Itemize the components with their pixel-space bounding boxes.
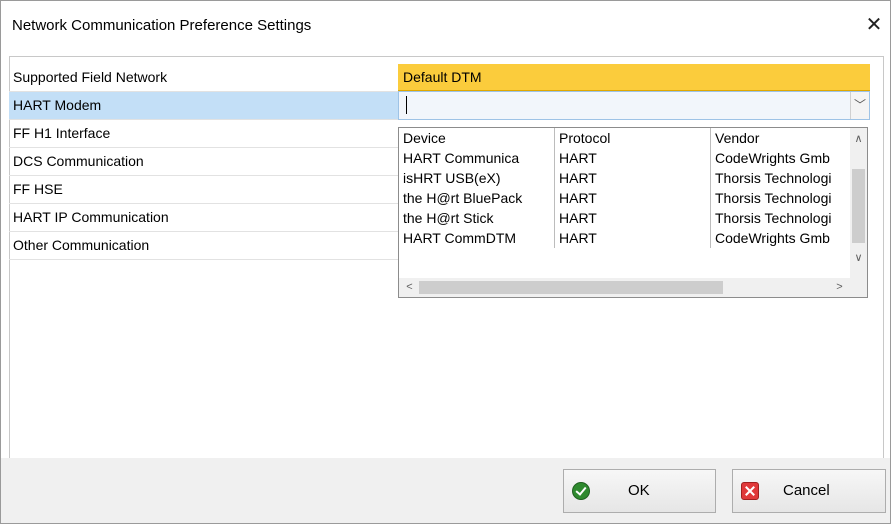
text-caret bbox=[406, 96, 407, 114]
device-cell: the H@rt Stick bbox=[399, 208, 555, 228]
cancel-x-icon bbox=[741, 482, 759, 500]
list-item-hart-modem[interactable]: HART Modem bbox=[9, 92, 398, 120]
device-cell: isHRT USB(eX) bbox=[399, 168, 555, 188]
device-cell: HART CommDTM bbox=[399, 228, 555, 248]
scroll-up-icon[interactable]: ∧ bbox=[850, 131, 867, 148]
horizontal-scrollbar[interactable]: < > bbox=[399, 278, 850, 297]
table-row[interactable]: HART CommDTM HART CodeWrights Gmb bbox=[399, 228, 855, 248]
cancel-button-label: Cancel bbox=[783, 482, 830, 499]
vertical-scroll-thumb[interactable] bbox=[852, 169, 865, 243]
table-row[interactable]: the H@rt Stick HART Thorsis Technologi bbox=[399, 208, 855, 228]
protocol-cell: HART bbox=[554, 188, 711, 208]
table-row[interactable]: the H@rt BluePack HART Thorsis Technolog… bbox=[399, 188, 855, 208]
table-row[interactable]: HART Communica HART CodeWrights Gmb bbox=[399, 148, 855, 168]
ok-button[interactable]: OK bbox=[563, 469, 716, 513]
column-header-device[interactable]: Device bbox=[399, 128, 555, 148]
title-bar: Network Communication Preference Setting… bbox=[1, 1, 890, 49]
vendor-cell: Thorsis Technologi bbox=[715, 190, 832, 206]
device-table: Device Protocol Vendor HART Communica HA… bbox=[399, 128, 855, 248]
default-dtm-header: Default DTM bbox=[398, 64, 870, 91]
protocol-cell: HART bbox=[554, 168, 711, 188]
ok-button-label: OK bbox=[628, 482, 650, 499]
scrollbar-corner bbox=[850, 278, 867, 297]
vendor-cell: Thorsis Technologi bbox=[715, 210, 832, 226]
dialog-window: Network Communication Preference Setting… bbox=[0, 0, 891, 524]
device-cell: the H@rt BluePack bbox=[399, 188, 555, 208]
device-dropdown-list: Device Protocol Vendor HART Communica HA… bbox=[398, 127, 868, 298]
list-item-dcs-communication[interactable]: DCS Communication bbox=[9, 148, 398, 176]
vendor-cell: CodeWrights Gmb bbox=[715, 230, 830, 246]
dtm-combo-box[interactable]: ﹀ bbox=[398, 91, 870, 120]
column-header-protocol[interactable]: Protocol bbox=[554, 128, 711, 148]
list-item-hart-ip-communication[interactable]: HART IP Communication bbox=[9, 204, 398, 232]
window-title: Network Communication Preference Setting… bbox=[12, 17, 312, 34]
list-item-ff-hse[interactable]: FF HSE bbox=[9, 176, 398, 204]
table-row[interactable]: isHRT USB(eX) HART Thorsis Technologi bbox=[399, 168, 855, 188]
scroll-down-icon[interactable]: ∨ bbox=[850, 250, 867, 267]
protocol-cell: HART bbox=[554, 228, 711, 248]
table-header-row: Device Protocol Vendor bbox=[399, 128, 855, 148]
device-cell: HART Communica bbox=[399, 148, 555, 168]
vendor-cell: Thorsis Technologi bbox=[715, 170, 832, 186]
close-icon[interactable]: ✕ bbox=[863, 13, 885, 37]
horizontal-scroll-thumb[interactable] bbox=[419, 281, 723, 294]
protocol-cell: HART bbox=[554, 148, 711, 168]
chevron-down-icon[interactable]: ﹀ bbox=[850, 92, 869, 119]
scroll-left-icon[interactable]: < bbox=[401, 279, 418, 296]
list-item-ff-h1-interface[interactable]: FF H1 Interface bbox=[9, 120, 398, 148]
list-item-supported-field-network[interactable]: Supported Field Network bbox=[9, 64, 398, 92]
vendor-cell: CodeWrights Gmb bbox=[715, 150, 830, 166]
column-header-vendor[interactable]: Vendor bbox=[711, 128, 856, 148]
cancel-button[interactable]: Cancel bbox=[732, 469, 886, 513]
list-item-other-communication[interactable]: Other Communication bbox=[9, 232, 398, 260]
network-list: Supported Field Network HART Modem FF H1… bbox=[9, 64, 398, 260]
checkmark-icon bbox=[572, 482, 590, 500]
scroll-right-icon[interactable]: > bbox=[831, 279, 848, 296]
protocol-cell: HART bbox=[554, 208, 711, 228]
vertical-scrollbar[interactable]: ∧ ∨ bbox=[850, 128, 867, 278]
